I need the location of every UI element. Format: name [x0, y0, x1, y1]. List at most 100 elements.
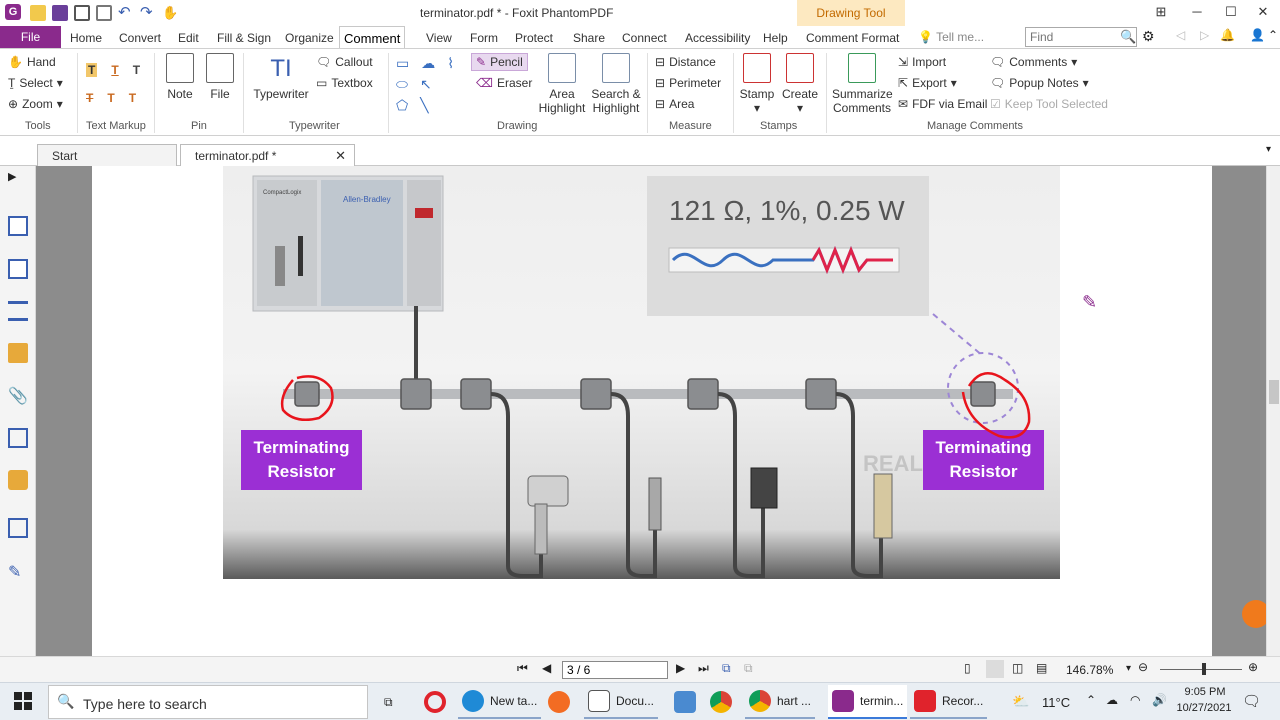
area-button[interactable]: ⊟ Area: [655, 97, 694, 111]
tags-icon[interactable]: ✎: [8, 562, 28, 582]
tab-view[interactable]: View: [422, 26, 456, 48]
textbox-button[interactable]: ▭ Textbox: [316, 76, 373, 90]
polygon-icon[interactable]: ⬠: [396, 97, 408, 114]
tab-list-chevron-icon[interactable]: ▾: [1266, 144, 1271, 155]
import-button[interactable]: ⇲ Import: [898, 55, 946, 69]
next-view-icon[interactable]: ⧉: [744, 661, 753, 676]
tab-help[interactable]: Help: [759, 26, 792, 48]
tab-form[interactable]: Form: [466, 26, 502, 48]
fdf-via-email-button[interactable]: ✉ FDF via Email: [898, 97, 987, 111]
settings-icon[interactable]: ⚙: [1142, 28, 1155, 45]
content-icon[interactable]: [8, 518, 28, 538]
tab-terminator-pdf[interactable]: terminator.pdf * ✕: [180, 144, 355, 166]
weather-icon[interactable]: ⛅: [1012, 693, 1029, 710]
tray-chevron-icon[interactable]: ⌃: [1086, 693, 1096, 707]
tab-organize[interactable]: Organize: [281, 26, 338, 48]
volume-icon[interactable]: 🔊: [1152, 693, 1167, 707]
wifi-icon[interactable]: ◠: [1130, 693, 1140, 707]
tab-fill-sign[interactable]: Fill & Sign: [213, 26, 275, 48]
last-page-icon[interactable]: ⏭: [698, 661, 709, 676]
previous-page-icon[interactable]: ◀: [542, 661, 551, 675]
save-icon[interactable]: [52, 5, 68, 21]
taskbar-recorder[interactable]: Recor...: [910, 685, 988, 719]
expand-panel-icon[interactable]: ▶: [8, 170, 28, 190]
layers-icon[interactable]: [8, 301, 28, 321]
ribbon-options-icon[interactable]: ⊞: [1144, 0, 1178, 26]
taskbar-app-blue[interactable]: [670, 685, 700, 719]
attachments-icon[interactable]: 📎: [8, 386, 28, 406]
highlight-text-icon[interactable]: T: [86, 63, 98, 77]
line-icon[interactable]: ╲: [420, 97, 428, 114]
callout-button[interactable]: 🗨 Callout: [316, 55, 373, 69]
arrow-icon[interactable]: ↖: [420, 76, 432, 93]
clock-time[interactable]: 9:05 PM: [1180, 686, 1230, 698]
minimize-button[interactable]: ─: [1180, 0, 1214, 26]
tab-home[interactable]: Home: [66, 26, 106, 48]
keep-tool-selected-checkbox[interactable]: ☑ Keep Tool Selected: [990, 97, 1108, 111]
replace-text-icon[interactable]: T: [107, 91, 114, 105]
oval-icon[interactable]: ⬭: [396, 76, 408, 93]
tab-share[interactable]: Share: [569, 26, 609, 48]
strikeout-text-icon[interactable]: T: [86, 91, 93, 105]
continuous-view-icon[interactable]: [986, 660, 1004, 678]
select-tool-button[interactable]: Ṯ Select ▾: [8, 76, 63, 90]
undo-icon[interactable]: ↶: [118, 5, 134, 21]
notifications-icon[interactable]: 🗨: [1242, 692, 1261, 710]
edit-icon[interactable]: [96, 5, 112, 21]
note-button[interactable]: Note: [164, 53, 196, 101]
summarize-comments-button[interactable]: Summarize Comments: [832, 53, 893, 115]
hand-tool-icon[interactable]: ✋: [162, 5, 178, 21]
tab-accessibility[interactable]: Accessibility: [681, 26, 754, 48]
area-highlight-button[interactable]: Area Highlight: [538, 53, 586, 115]
first-page-icon[interactable]: ⏮: [517, 661, 528, 676]
hand-tool-button[interactable]: ✋ Hand: [8, 55, 56, 69]
vertical-scrollbar[interactable]: [1266, 166, 1280, 656]
stamp-button[interactable]: Stamp ▾: [739, 53, 775, 115]
distance-button[interactable]: ⊟ Distance: [655, 55, 716, 69]
taskbar-edge[interactable]: New ta...: [458, 685, 542, 719]
popup-notes-button[interactable]: 🗨 Popup Notes ▾: [990, 76, 1089, 90]
next-page-icon[interactable]: ▶: [676, 661, 685, 675]
search-icon[interactable]: 🔍: [1120, 29, 1136, 45]
export-button[interactable]: ⇱ Export ▾: [898, 76, 957, 90]
back-icon[interactable]: ◁: [1176, 28, 1185, 42]
open-icon[interactable]: [30, 5, 46, 21]
pencil-button[interactable]: ✎ Pencil: [471, 53, 528, 71]
zoom-dropdown-icon[interactable]: ▾: [1126, 663, 1131, 674]
eraser-button[interactable]: ⌫ Eraser: [476, 76, 532, 90]
underline-text-icon[interactable]: T: [111, 63, 118, 77]
drawing-tool-context-tab[interactable]: Drawing Tool: [797, 0, 905, 26]
taskbar-chrome-hart[interactable]: hart ...: [745, 685, 816, 719]
search-highlight-button[interactable]: Search & Highlight: [591, 53, 641, 115]
close-button[interactable]: ✕: [1246, 0, 1280, 26]
comments-panel-icon[interactable]: [8, 343, 28, 363]
clock-date[interactable]: 10/27/2021: [1172, 702, 1236, 714]
task-view-button[interactable]: ⧉: [380, 685, 397, 719]
zoom-slider-thumb[interactable]: [1202, 663, 1206, 675]
perimeter-button[interactable]: ⊟ Perimeter: [655, 76, 721, 90]
forward-icon[interactable]: ▷: [1200, 28, 1209, 42]
typewriter-button[interactable]: TI Typewriter: [252, 53, 310, 101]
page-number-input[interactable]: [562, 661, 668, 679]
facing-view-icon[interactable]: ◫: [1012, 661, 1023, 675]
file-attach-button[interactable]: File: [204, 53, 236, 101]
zoom-slider[interactable]: [1160, 669, 1242, 670]
zoom-tool-button[interactable]: ⊕ Zoom ▾: [8, 97, 63, 111]
continuous-facing-view-icon[interactable]: ▤: [1036, 661, 1047, 675]
zoom-in-icon[interactable]: ⊕: [1248, 660, 1258, 674]
insert-text-icon[interactable]: T: [129, 91, 136, 105]
notification-bell-icon[interactable]: 🔔: [1220, 28, 1235, 42]
windows-start-icon[interactable]: [14, 692, 32, 710]
assistant-help-icon[interactable]: [1242, 600, 1266, 628]
bookmarks-icon[interactable]: [8, 216, 28, 236]
previous-view-icon[interactable]: ⧉: [722, 661, 731, 676]
print-icon[interactable]: [74, 5, 90, 21]
account-icon[interactable]: 👤: [1250, 28, 1265, 42]
taskbar-foxit[interactable]: termin...: [828, 685, 908, 719]
security-lock-icon[interactable]: [8, 470, 28, 490]
taskbar-opera[interactable]: [420, 685, 450, 719]
document-viewport[interactable]: Allen-Bradley CompactLogix REALPARS 121 …: [36, 166, 1266, 656]
signatures-icon[interactable]: [8, 428, 28, 448]
create-stamp-button[interactable]: Create ▾: [782, 53, 818, 115]
close-tab-icon[interactable]: ✕: [335, 145, 346, 167]
